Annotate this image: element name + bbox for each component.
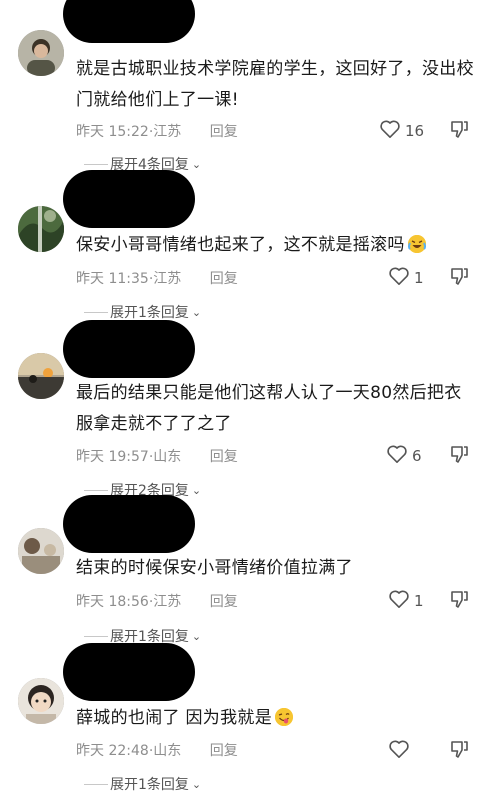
dislike-button[interactable] [449,589,469,613]
heart-icon [388,589,410,613]
divider-line [84,163,108,165]
comment-text: 最后的结果只能是他们这帮人认了一天80然后把衣服拿走就不了了之了 [76,383,462,434]
expand-replies-button[interactable]: 展开1条回复 ⌄ [84,302,201,322]
laughing-crying-emoji-icon [407,235,426,253]
like-count: 1 [414,269,424,287]
avatar[interactable] [18,206,64,252]
thumbs-down-icon [449,741,469,763]
divider-line [84,311,108,313]
comment-text: 就是古城职业技术学院雇的学生，这回好了，没出校门就给他们上了一课! [76,59,474,110]
reply-button[interactable]: 回复 [210,594,238,610]
avatar[interactable] [18,30,64,76]
divider-line [84,489,108,491]
comment-text: 薛城的也闹了 因为我就是 [76,703,476,734]
heart-icon [379,119,401,143]
like-count: 16 [405,122,425,140]
chevron-down-icon: ⌄ [191,157,202,171]
thumbs-down-icon [449,591,469,613]
chevron-down-icon: ⌄ [191,777,202,791]
comment-date: 昨天 [76,271,104,287]
avatar[interactable] [18,678,64,724]
comment-location: 江苏 [153,594,182,610]
comment-date: 昨天 [76,124,104,140]
comment-text: 保安小哥哥情绪也起来了，这不就是摇滚吗 [76,230,476,261]
thumbs-down-icon [449,121,469,143]
comment-location: 江苏 [153,271,182,287]
comment-meta: 昨天 18:56·江苏 回复 [76,591,238,611]
comment-meta: 昨天 22:48·山东 回复 [76,740,238,760]
like-button[interactable]: 1 [388,589,424,613]
comment-item: 就是古城职业技术学院雇的学生，这回好了，没出校门就给他们上了一课! 昨天 15:… [0,0,492,173]
dislike-button[interactable] [449,119,469,143]
chevron-down-icon: ⌄ [191,305,202,319]
like-button[interactable]: 16 [379,119,424,143]
chevron-down-icon: ⌄ [191,629,202,643]
redacted-username [63,320,195,378]
comment-meta: 昨天 15:22·江苏 回复 [76,121,238,141]
dislike-button[interactable] [449,266,469,290]
like-button[interactable]: 1 [388,266,424,290]
comment-item: 薛城的也闹了 因为我就是 昨天 22:48·山东 回复 展开1条回复 ⌄ [0,643,492,808]
like-button[interactable]: 6 [386,444,422,468]
dislike-button[interactable] [449,739,469,763]
comment-item: 最后的结果只能是他们这帮人认了一天80然后把衣服拿走就不了了之了 昨天 19:5… [0,320,492,499]
comment-meta: 昨天 19:57·山东 回复 [76,446,238,466]
heart-icon [388,266,410,290]
like-count: 1 [414,592,424,610]
comment-time: 22:48 [108,743,149,759]
redacted-username [63,170,195,228]
comment-date: 昨天 [76,594,104,610]
comment-item: 结束的时候保安小哥情绪价值拉满了 昨天 18:56·江苏 回复 1 展开1条回复… [0,495,492,660]
redacted-username [63,643,195,701]
dislike-button[interactable] [449,444,469,468]
expand-replies-label: 展开1条回复 [110,305,189,321]
comment-text: 结束的时候保安小哥情绪价值拉满了 [76,558,353,578]
thumbs-down-icon [449,446,469,468]
heart-icon [388,739,410,763]
winking-tongue-emoji-icon [275,708,294,726]
like-count: 6 [412,447,422,465]
redacted-username [63,0,195,43]
reply-button[interactable]: 回复 [210,743,238,759]
heart-icon [386,444,408,468]
divider-line [84,783,108,785]
redacted-username [63,495,195,553]
avatar[interactable] [18,353,64,399]
avatar[interactable] [18,528,64,574]
comment-item: 保安小哥哥情绪也起来了，这不就是摇滚吗 昨天 11:35·江苏 回复 1 展开1… [0,170,492,337]
comment-time: 18:56 [108,594,149,610]
reply-button[interactable]: 回复 [210,271,238,287]
comment-text-body: 保安小哥哥情绪也起来了，这不就是摇滚吗 [76,235,405,255]
comment-date: 昨天 [76,449,104,465]
comment-location: 山东 [153,449,182,465]
comment-location: 山东 [153,743,182,759]
comment-text-body: 薛城的也闹了 因为我就是 [76,708,273,728]
divider-line [84,635,108,637]
comment-time: 11:35 [108,271,149,287]
expand-replies-button[interactable]: 展开1条回复 ⌄ [84,774,201,794]
comment-date: 昨天 [76,743,104,759]
reply-button[interactable]: 回复 [210,449,238,465]
expand-replies-label: 展开1条回复 [110,777,189,793]
comment-meta: 昨天 11:35·江苏 回复 [76,268,238,288]
comment-location: 江苏 [153,124,182,140]
reply-button[interactable]: 回复 [210,124,238,140]
like-button[interactable] [388,739,414,763]
thumbs-down-icon [449,268,469,290]
comment-time: 19:57 [108,449,149,465]
comment-time: 15:22 [108,124,149,140]
